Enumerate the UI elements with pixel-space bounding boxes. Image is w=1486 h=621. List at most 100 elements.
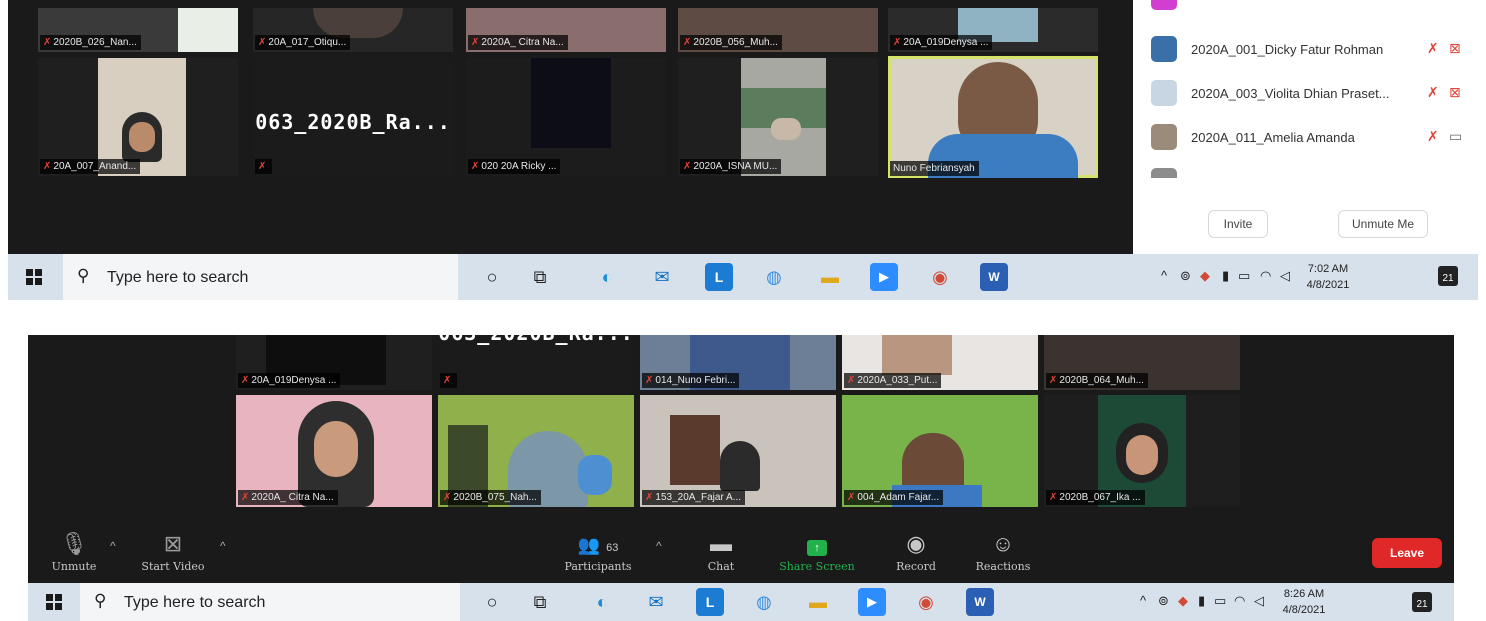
file-explorer-icon[interactable]: ▬ — [804, 588, 832, 616]
clock-date: 4/8/2021 — [1282, 604, 1326, 616]
windows-taskbar: ⚲ Type here to search ○ ⧉ ◐ ✉ L ◍ ▬ ▶ ◉ … — [28, 583, 1454, 621]
taskbar-search-box[interactable]: ⚲ Type here to search — [63, 254, 458, 300]
video-tile[interactable]: ✗ 153_20A_Fajar A... — [640, 395, 836, 507]
invite-button[interactable]: Invite — [1208, 210, 1268, 238]
record-button[interactable]: ◉ Record — [888, 530, 944, 573]
globe-app-icon[interactable]: ◍ — [760, 263, 788, 291]
share-screen-icon: ↑ — [807, 540, 827, 556]
word-icon[interactable]: W — [980, 263, 1008, 291]
show-hidden-icons-icon[interactable]: ^ — [1161, 268, 1167, 283]
video-camera-icon: ▭ — [1449, 128, 1463, 144]
reactions-icon: ☺ — [991, 531, 1015, 556]
search-icon: ⚲ — [94, 591, 107, 610]
video-tile[interactable]: ✗ 2020B_026_Nan... — [38, 8, 238, 52]
video-tile[interactable]: ✗ 020 20A Ricky ... — [466, 58, 666, 176]
participant-list-item[interactable]: 2020A_011_Amelia Amanda ✗ ▭ — [1151, 120, 1471, 154]
unmute-me-button[interactable]: Unmute Me — [1338, 210, 1428, 238]
chevron-up-icon[interactable]: ^ — [110, 539, 116, 553]
participant-name-label: ✗ 2020A_ Citra Na... — [238, 490, 338, 505]
video-tile[interactable]: ✗ 20A_019Denysa ... — [888, 8, 1098, 52]
participant-name-label: ✗ 2020A_ISNA MU... — [680, 159, 782, 174]
notification-center-icon[interactable]: 21 — [1438, 266, 1458, 286]
video-tile[interactable]: 063_2020B_Ra... ✗ — [253, 58, 453, 176]
participant-list-item[interactable]: 2020A_001_Dicky Fatur Rohman ✗ ⊠ — [1151, 32, 1471, 66]
participant-list-item[interactable] — [1151, 0, 1471, 14]
video-tile[interactable]: ✗ 2020B_056_Muh... — [678, 8, 878, 52]
muted-mic-icon: ✗ — [43, 161, 52, 172]
app-l-icon[interactable]: L — [696, 588, 724, 616]
edge-browser-icon[interactable]: ◐ — [588, 588, 616, 616]
chat-icon: ▬ — [710, 531, 732, 556]
video-tile[interactable]: ✗ 2020B_064_Muh... — [1044, 335, 1240, 390]
video-tile[interactable]: ✗ 2020A_033_Put... — [842, 335, 1038, 390]
zoom-app-icon[interactable]: ▶ — [870, 263, 898, 291]
share-screen-button[interactable]: ↑ Share Screen — [772, 530, 862, 573]
unmute-button[interactable]: 🎙 Unmute — [44, 530, 104, 573]
cortana-icon[interactable]: ○ — [478, 263, 506, 291]
search-icon: ⚲ — [77, 266, 90, 285]
edge-browser-icon[interactable]: ◐ — [593, 263, 621, 291]
battery-icon[interactable]: ▭ — [1238, 268, 1250, 284]
usb-icon[interactable]: ▮ — [1222, 268, 1229, 284]
reactions-button[interactable]: ☺ Reactions — [968, 530, 1038, 573]
participant-name: 2020A_003_Violita Dhian Praset... — [1191, 86, 1390, 101]
video-tile[interactable]: ✗ 2020B_075_Nah... — [438, 395, 634, 507]
tray-app-icon[interactable]: ◆ — [1178, 593, 1188, 609]
chat-label: Chat — [707, 560, 735, 573]
file-explorer-icon[interactable]: ▬ — [816, 263, 844, 291]
wifi-icon[interactable]: ◠ — [1234, 593, 1245, 609]
muted-mic-icon: ✗ — [683, 37, 692, 48]
notification-center-icon[interactable]: 21 — [1412, 592, 1432, 612]
start-video-button[interactable]: ⊠ Start Video — [138, 530, 208, 573]
app-l-icon[interactable]: L — [705, 263, 733, 291]
taskbar-clock[interactable]: 8:26 AM 4/8/2021 — [1274, 586, 1334, 618]
leave-button[interactable]: Leave — [1372, 538, 1442, 568]
show-hidden-icons-icon[interactable]: ^ — [1140, 593, 1146, 608]
participant-list-item[interactable]: 2020A_003_Violita Dhian Praset... ✗ ⊠ — [1151, 76, 1471, 110]
participant-list-item[interactable] — [1151, 164, 1471, 178]
cortana-icon[interactable]: ○ — [478, 588, 506, 616]
participants-button[interactable]: 👥 63 Participants — [558, 530, 638, 573]
word-icon[interactable]: W — [966, 588, 994, 616]
mail-icon[interactable]: ✉ — [648, 263, 676, 291]
video-tile[interactable]: ✗ 2020A_ISNA MU... — [678, 58, 878, 176]
video-tile[interactable]: ✗ 20A_019Denysa ... — [236, 335, 432, 390]
avatar — [1151, 124, 1177, 150]
globe-app-icon[interactable]: ◍ — [750, 588, 778, 616]
wifi-icon[interactable]: ◠ — [1260, 268, 1271, 284]
video-tile[interactable]: ✗ 20A_007_Anand... — [38, 58, 238, 176]
windows-start-icon[interactable] — [46, 594, 62, 610]
task-view-icon[interactable]: ⧉ — [526, 588, 554, 616]
chrome-icon[interactable]: ◉ — [912, 588, 940, 616]
video-tile[interactable]: ✗ 2020B_067_Ika ... — [1044, 395, 1240, 507]
battery-icon[interactable]: ▭ — [1214, 593, 1226, 609]
video-tile[interactable]: ✗ 2020A_ Citra Na... — [466, 8, 666, 52]
active-speaker-tile[interactable]: Nuno Febriansyah — [888, 56, 1098, 178]
video-tile[interactable]: 063_2020B_Ra... ✗ — [438, 335, 634, 390]
participant-name-label: ✗ 153_20A_Fajar A... — [642, 490, 746, 505]
video-tile[interactable]: ✗ 20A_017_Otiqu... — [253, 8, 453, 52]
chevron-up-icon[interactable]: ^ — [220, 539, 226, 553]
volume-icon[interactable]: ◁ — [1254, 593, 1264, 609]
taskbar-clock[interactable]: 7:02 AM 4/8/2021 — [1298, 261, 1358, 293]
tray-app-icon[interactable]: ◆ — [1200, 268, 1210, 284]
zoom-app-icon[interactable]: ▶ — [858, 588, 886, 616]
taskbar-search-box[interactable]: ⚲ Type here to search — [80, 583, 460, 621]
muted-mic-icon: ✗ — [471, 37, 480, 48]
participant-name-label: ✗ 20A_019Denysa ... — [890, 35, 993, 50]
task-view-icon[interactable]: ⧉ — [526, 263, 554, 291]
volume-icon[interactable]: ◁ — [1280, 268, 1290, 284]
windows-start-icon[interactable] — [26, 269, 42, 285]
video-tile[interactable]: ✗ 004_Adam Fajar... — [842, 395, 1038, 507]
video-tile[interactable]: ✗ 014_Nuno Febri... — [640, 335, 836, 390]
video-tile[interactable]: ✗ 2020A_ Citra Na... — [236, 395, 432, 507]
chrome-icon[interactable]: ◉ — [926, 263, 954, 291]
participant-name-label: ✗ 20A_019Denysa ... — [238, 373, 341, 388]
chat-button[interactable]: ▬ Chat — [698, 530, 744, 573]
tray-app-icon[interactable]: ⊚ — [1158, 593, 1169, 609]
usb-icon[interactable]: ▮ — [1198, 593, 1205, 609]
tray-app-icon[interactable]: ⊚ — [1180, 268, 1191, 284]
mail-icon[interactable]: ✉ — [642, 588, 670, 616]
muted-mic-icon: ✗ — [645, 375, 654, 386]
chevron-up-icon[interactable]: ^ — [656, 539, 662, 553]
